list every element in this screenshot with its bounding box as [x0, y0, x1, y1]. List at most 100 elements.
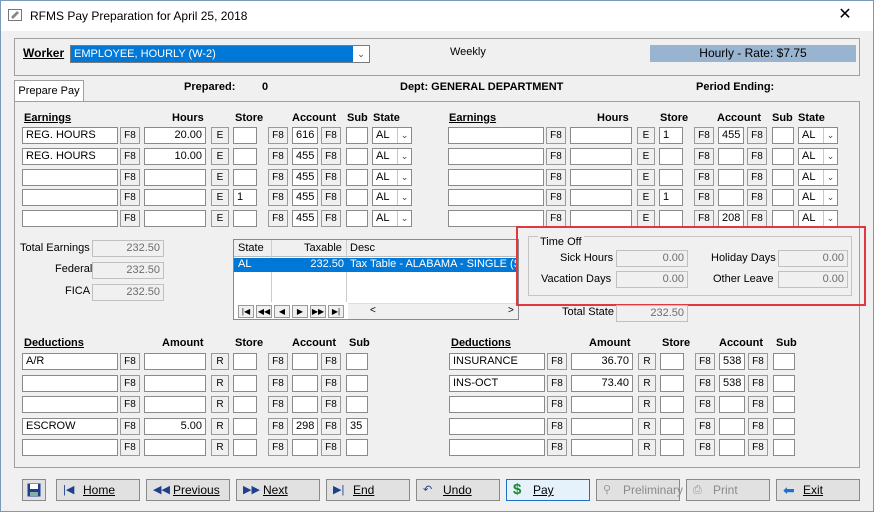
account-field[interactable]	[719, 418, 745, 435]
f8-button[interactable]: F8	[547, 439, 567, 456]
state-select[interactable]: AL ⌄	[798, 148, 838, 165]
account-field[interactable]	[292, 353, 318, 370]
f8-button[interactable]: F8	[546, 148, 566, 165]
f8-button[interactable]: F8	[268, 169, 288, 186]
tab-prepare-pay[interactable]: Prepare Pay	[14, 80, 84, 102]
store-field[interactable]	[233, 418, 257, 435]
f8-button[interactable]: F8	[120, 148, 140, 165]
sub-field[interactable]	[772, 169, 794, 186]
sub-field[interactable]: 35	[346, 418, 368, 435]
store-field[interactable]	[660, 439, 684, 456]
account-field[interactable]	[719, 396, 745, 413]
sub-field[interactable]	[346, 210, 368, 227]
deduction-desc-field[interactable]: INS-OCT	[449, 375, 545, 392]
account-field[interactable]: 538	[719, 353, 745, 370]
state-select[interactable]: AL ⌄	[798, 189, 838, 206]
grid-nav-button[interactable]: ▶|	[328, 305, 344, 318]
deduction-desc-field[interactable]	[22, 439, 118, 456]
f8-button[interactable]: F8	[120, 396, 140, 413]
f8-button[interactable]: F8	[546, 189, 566, 206]
deduction-desc-field[interactable]	[22, 375, 118, 392]
f8-button[interactable]: F8	[321, 127, 341, 144]
sub-field[interactable]	[772, 189, 794, 206]
f8-button[interactable]: F8	[694, 127, 714, 144]
r-button[interactable]: R	[211, 375, 229, 392]
f8-button[interactable]: F8	[321, 353, 341, 370]
store-field[interactable]	[233, 148, 257, 165]
grid-nav-button[interactable]: ◀◀	[256, 305, 272, 318]
f8-button[interactable]: F8	[120, 353, 140, 370]
chevron-down-icon[interactable]: ⌄	[397, 149, 411, 164]
deduction-desc-field[interactable]	[449, 396, 545, 413]
chevron-down-icon[interactable]: ⌄	[823, 190, 837, 205]
hours-field[interactable]	[570, 189, 632, 206]
worker-select[interactable]: EMPLOYEE, HOURLY (W-2) ⌄	[70, 45, 370, 63]
r-button[interactable]: R	[638, 375, 656, 392]
earning-desc-field[interactable]	[22, 210, 118, 227]
amount-field[interactable]	[571, 396, 633, 413]
e-button[interactable]: E	[211, 189, 229, 206]
deduction-desc-field[interactable]: A/R	[22, 353, 118, 370]
e-button[interactable]: E	[211, 127, 229, 144]
chevron-down-icon[interactable]: ⌄	[823, 211, 837, 226]
sub-field[interactable]	[772, 210, 794, 227]
store-field[interactable]	[233, 439, 257, 456]
f8-button[interactable]: F8	[546, 169, 566, 186]
e-button[interactable]: E	[637, 189, 655, 206]
f8-button[interactable]: F8	[547, 353, 567, 370]
f8-button[interactable]: F8	[321, 148, 341, 165]
f8-button[interactable]: F8	[695, 396, 715, 413]
sub-field[interactable]	[773, 375, 795, 392]
earning-desc-field[interactable]	[448, 210, 544, 227]
f8-button[interactable]: F8	[268, 439, 288, 456]
earning-desc-field[interactable]	[22, 189, 118, 206]
r-button[interactable]: R	[638, 396, 656, 413]
store-field[interactable]	[660, 396, 684, 413]
f8-button[interactable]: F8	[546, 127, 566, 144]
account-field[interactable]: 455	[292, 169, 318, 186]
f8-button[interactable]: F8	[321, 210, 341, 227]
previous-button[interactable]: ◀◀ Previous	[146, 479, 230, 501]
sub-field[interactable]	[773, 439, 795, 456]
hours-field[interactable]	[144, 210, 206, 227]
deduction-desc-field[interactable]	[449, 418, 545, 435]
store-field[interactable]	[659, 210, 683, 227]
account-field[interactable]	[292, 375, 318, 392]
state-select[interactable]: AL ⌄	[798, 169, 838, 186]
chevron-down-icon[interactable]: ⌄	[397, 128, 411, 143]
f8-button[interactable]: F8	[694, 169, 714, 186]
account-field[interactable]	[292, 396, 318, 413]
f8-button[interactable]: F8	[321, 418, 341, 435]
f8-button[interactable]: F8	[547, 375, 567, 392]
f8-button[interactable]: F8	[694, 148, 714, 165]
store-field[interactable]	[233, 169, 257, 186]
pay-button[interactable]: $ Pay	[506, 479, 590, 501]
f8-button[interactable]: F8	[694, 189, 714, 206]
store-field[interactable]: 1	[233, 189, 257, 206]
hours-field[interactable]: 10.00	[144, 148, 206, 165]
sub-field[interactable]	[346, 169, 368, 186]
store-field[interactable]	[659, 169, 683, 186]
store-field[interactable]: 1	[659, 189, 683, 206]
hours-field[interactable]	[570, 127, 632, 144]
store-field[interactable]	[233, 353, 257, 370]
grid-nav-button[interactable]: ▶▶	[310, 305, 326, 318]
chevron-down-icon[interactable]: ⌄	[397, 190, 411, 205]
amount-field[interactable]	[144, 396, 206, 413]
f8-button[interactable]: F8	[695, 439, 715, 456]
account-field[interactable]: 208	[718, 210, 744, 227]
account-field[interactable]	[718, 169, 744, 186]
f8-button[interactable]: F8	[120, 169, 140, 186]
end-button[interactable]: ▶| End	[326, 479, 410, 501]
r-button[interactable]: R	[638, 353, 656, 370]
e-button[interactable]: E	[637, 127, 655, 144]
f8-button[interactable]: F8	[321, 439, 341, 456]
account-field[interactable]	[292, 439, 318, 456]
grid-nav-button[interactable]: ◀	[274, 305, 290, 318]
account-field[interactable]: 455	[292, 148, 318, 165]
state-select[interactable]: AL ⌄	[798, 127, 838, 144]
horizontal-scrollbar[interactable]: < >	[348, 303, 518, 319]
f8-button[interactable]: F8	[321, 189, 341, 206]
chevron-down-icon[interactable]: ⌄	[353, 46, 369, 62]
table-row[interactable]: AL 232.50 Tax Table - ALABAMA - SINGLE (…	[234, 258, 518, 272]
